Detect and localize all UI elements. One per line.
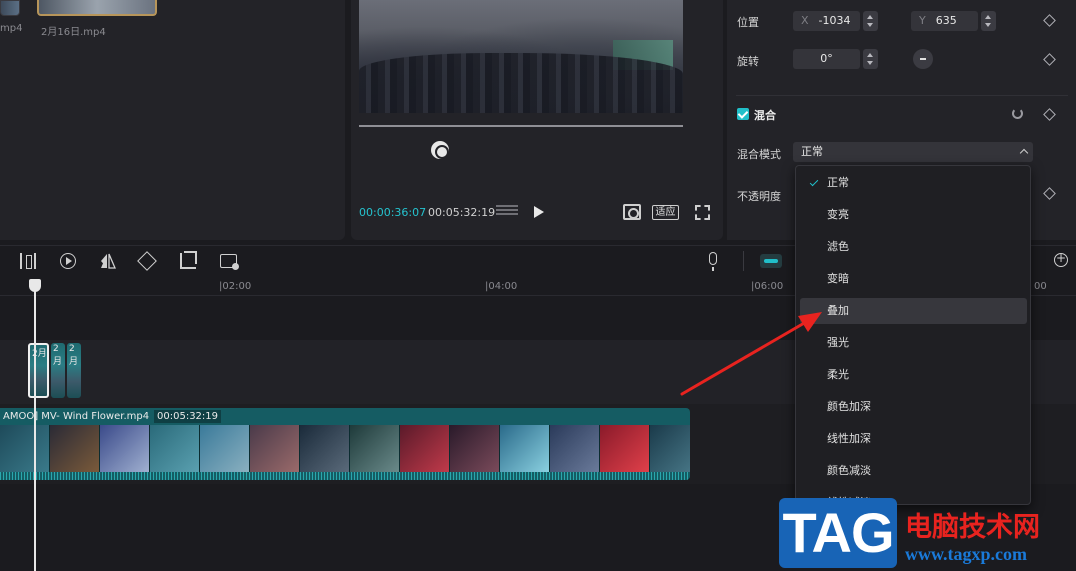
opacity-label: 不透明度 bbox=[737, 190, 781, 203]
current-time: 00:00:36:07 bbox=[359, 206, 427, 219]
blend-option-9[interactable]: 颜色减淡 bbox=[800, 458, 1027, 484]
tick-label-4: 00 bbox=[1034, 281, 1047, 292]
clip-duration: 00:05:32:19 bbox=[154, 410, 222, 423]
mirror-icon[interactable] bbox=[100, 253, 116, 269]
position-x-input[interactable]: X -1034 bbox=[793, 11, 860, 31]
overlay-clip-2[interactable]: 2月 bbox=[51, 343, 65, 398]
overlay-clip-label: 2月 bbox=[69, 344, 79, 367]
mirror-svg bbox=[101, 253, 116, 269]
media-thumbnail-1[interactable] bbox=[0, 0, 20, 16]
tick-label-3: |06:00 bbox=[751, 281, 784, 292]
player-progress-bar[interactable] bbox=[359, 125, 683, 127]
y-value: 635 bbox=[935, 14, 957, 27]
blend-option-6[interactable]: 柔光 bbox=[800, 362, 1027, 388]
blend-checkbox[interactable] bbox=[737, 108, 749, 120]
x-prefix: X bbox=[801, 14, 809, 27]
clip-name: AMOO] MV- Wind Flower.mp4 bbox=[3, 411, 150, 422]
rotate-stepper[interactable] bbox=[863, 49, 878, 69]
blend-option-8[interactable]: 线性加深 bbox=[800, 426, 1027, 452]
position-y-stepper[interactable] bbox=[981, 11, 996, 31]
playhead-handle[interactable] bbox=[29, 279, 41, 292]
blend-option-label: 颜色减淡 bbox=[827, 464, 871, 477]
blend-option-label: 滤色 bbox=[827, 240, 849, 253]
zoom-in-icon[interactable] bbox=[1054, 251, 1068, 267]
blend-option-1[interactable]: 变亮 bbox=[800, 202, 1027, 228]
props-divider bbox=[736, 95, 1068, 96]
blend-option-0[interactable]: 正常 bbox=[800, 170, 1027, 196]
media-thumbnail-2[interactable] bbox=[37, 0, 157, 16]
position-x-stepper[interactable] bbox=[863, 11, 878, 31]
reset-icon[interactable] bbox=[1012, 108, 1023, 119]
loop-icon[interactable] bbox=[431, 141, 449, 159]
blend-option-3[interactable]: 变暗 bbox=[800, 266, 1027, 292]
split-icon[interactable] bbox=[20, 253, 36, 269]
blend-mode-label: 混合模式 bbox=[737, 148, 781, 161]
main-video-clip[interactable]: AMOO] MV- Wind Flower.mp4 00:05:32:19 bbox=[0, 408, 690, 480]
toolbar-divider bbox=[743, 251, 744, 271]
blend-mode-dropdown: 正常变亮滤色变暗叠加强光柔光颜色加深线性加深颜色减淡线性减淡 bbox=[795, 165, 1031, 505]
playhead[interactable] bbox=[34, 282, 36, 571]
media-label-2: 2月16日.mp4 bbox=[41, 27, 106, 38]
overlay-clip-1[interactable]: 2月 bbox=[28, 343, 49, 398]
preview-zoom-icon[interactable] bbox=[623, 204, 641, 220]
video-crowd bbox=[359, 53, 683, 113]
adapt-ratio-button[interactable]: 适应 bbox=[652, 205, 679, 220]
blend-option-label: 变亮 bbox=[827, 208, 849, 221]
media-label-1: mp4 bbox=[0, 23, 23, 34]
tick-label-1: |02:00 bbox=[219, 281, 252, 292]
rotate-label: 旋转 bbox=[737, 55, 759, 68]
link-toggle-icon[interactable] bbox=[760, 254, 782, 268]
clip-audio-waveform bbox=[0, 472, 690, 480]
blend-option-5[interactable]: 强光 bbox=[800, 330, 1027, 356]
blend-option-label: 线性加深 bbox=[827, 432, 871, 445]
clip-frames bbox=[0, 425, 690, 472]
freeze-frame-icon[interactable] bbox=[60, 253, 76, 269]
y-prefix: Y bbox=[919, 14, 926, 27]
video-preview bbox=[359, 0, 683, 113]
blend-option-label: 变暗 bbox=[827, 272, 849, 285]
overlay-clip-label: 2月 bbox=[53, 344, 63, 367]
blend-section-label: 混合 bbox=[754, 109, 776, 122]
blend-option-label: 强光 bbox=[827, 336, 849, 349]
microphone-icon[interactable] bbox=[709, 252, 717, 271]
crop-icon[interactable] bbox=[180, 251, 197, 269]
position-y-input[interactable]: Y 635 bbox=[911, 11, 978, 31]
rotate-dial-icon[interactable] bbox=[913, 49, 933, 69]
blend-option-7[interactable]: 颜色加深 bbox=[800, 394, 1027, 420]
blend-mode-value: 正常 bbox=[801, 145, 823, 158]
remove-background-icon[interactable] bbox=[220, 254, 239, 270]
x-value: -1034 bbox=[818, 14, 851, 27]
tick-label-2: |04:00 bbox=[485, 281, 518, 292]
chevron-up-icon bbox=[1019, 148, 1029, 158]
total-time: 00:05:32:19 bbox=[428, 206, 496, 219]
blend-option-label: 颜色加深 bbox=[827, 400, 871, 413]
position-label: 位置 bbox=[737, 16, 759, 29]
blend-option-label: 正常 bbox=[827, 176, 849, 189]
blend-option-label: 叠加 bbox=[827, 304, 849, 317]
waveform-bars-icon[interactable] bbox=[496, 205, 518, 219]
play-icon[interactable] bbox=[534, 206, 544, 218]
watermark-logo: TAG bbox=[779, 498, 897, 568]
blend-option-2[interactable]: 滤色 bbox=[800, 234, 1027, 260]
watermark-url: www.tagxp.com bbox=[905, 544, 1027, 564]
editor-window: mp4 2月16日.mp4 00:00:36:07 00:05:32:19 适应… bbox=[0, 0, 1076, 571]
fullscreen-icon[interactable] bbox=[695, 205, 710, 220]
watermark-site-name: 电脑技术网 bbox=[905, 512, 1040, 543]
overlay-clip-3[interactable]: 2月 bbox=[67, 343, 81, 398]
blend-mode-select[interactable]: 正常 bbox=[793, 142, 1033, 162]
watermark-tag: TAG bbox=[782, 501, 894, 564]
rotate-input[interactable]: 0° bbox=[793, 49, 860, 69]
blend-option-label: 柔光 bbox=[827, 368, 849, 381]
blend-option-4[interactable]: 叠加 bbox=[800, 298, 1027, 324]
check-icon bbox=[809, 177, 819, 187]
